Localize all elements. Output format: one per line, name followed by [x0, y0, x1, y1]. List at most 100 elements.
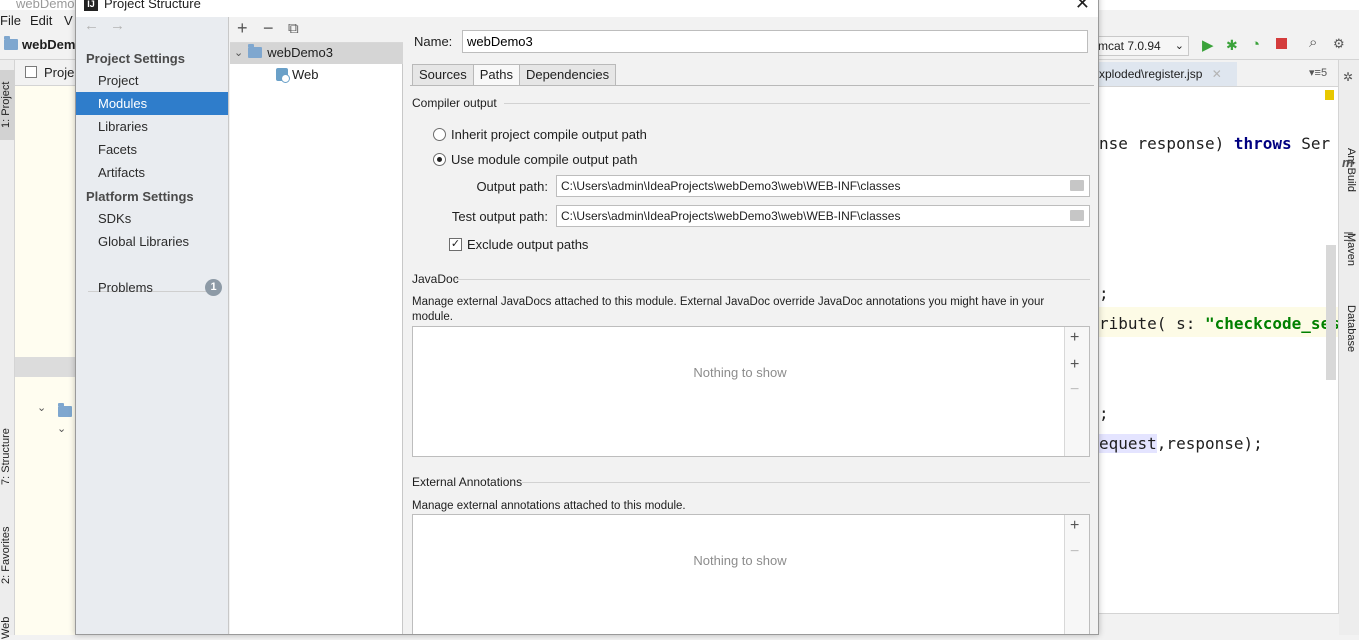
editor-tab-register[interactable]: xploded\register.jsp ✕ — [1099, 62, 1237, 86]
tool-tab-favorites[interactable]: 2: Favorites — [0, 520, 15, 590]
radio-button[interactable] — [433, 128, 446, 141]
problems-count-badge: 1 — [205, 279, 222, 296]
maven-icon: m — [1342, 155, 1354, 170]
nav-item-libraries[interactable]: Libraries — [76, 115, 228, 138]
warning-marker-icon[interactable] — [1325, 90, 1334, 100]
right-tool-strip: ✲ Ant Build m Maven ☰ Database — [1338, 60, 1359, 635]
dialog-title: Project Structure — [104, 0, 201, 11]
tabs-divider — [410, 85, 1094, 86]
database-icon: ☰ — [1343, 230, 1354, 244]
module-name-input[interactable] — [462, 30, 1088, 53]
search-icon[interactable]: ⌕ — [1309, 34, 1317, 51]
code-line: ribute( s: "checkcode_ses — [1099, 314, 1340, 333]
radio-label: Use module compile output path — [451, 152, 638, 167]
folder-browse-icon[interactable] — [1070, 210, 1084, 221]
nav-item-modules[interactable]: Modules — [76, 92, 228, 115]
dialog-titlebar[interactable]: IJ Project Structure ✕ — [76, 0, 1098, 17]
group-divider — [522, 482, 1090, 483]
run-config-label: mcat 7.0.94 — [1098, 39, 1161, 53]
javadoc-list[interactable]: Nothing to show + + − — [412, 326, 1090, 457]
nav-item-project[interactable]: Project — [76, 69, 228, 92]
compiler-output-title: Compiler output — [412, 96, 497, 110]
stop-icon[interactable] — [1276, 38, 1287, 49]
nav-item-facets[interactable]: Facets — [76, 138, 228, 161]
folder-browse-icon[interactable] — [1070, 180, 1084, 191]
output-path-value: C:\Users\admin\IdeaProjects\webDemo3\web… — [561, 179, 901, 193]
debug-icon[interactable]: ✱ — [1226, 37, 1238, 54]
exclude-output-checkbox[interactable]: ✓ Exclude output paths — [449, 237, 588, 252]
project-view-icon — [25, 66, 37, 78]
output-path-field[interactable]: C:\Users\admin\IdeaProjects\webDemo3\web… — [556, 175, 1090, 197]
project-panel-title[interactable]: Proje — [44, 65, 74, 80]
module-folder-icon — [248, 44, 263, 58]
code-line: nse response) throws Ser — [1099, 134, 1331, 153]
add-icon[interactable]: + — [237, 18, 248, 39]
tool-tab-web[interactable]: Web — [0, 615, 15, 640]
radio-button[interactable] — [433, 153, 446, 166]
code-line: ; — [1099, 284, 1109, 303]
empty-state-text: Nothing to show — [693, 365, 787, 380]
run-config-select[interactable]: mcat 7.0.94 ⌄ — [1094, 36, 1189, 56]
code-editor[interactable] — [1099, 87, 1339, 613]
code-line: ; — [1099, 404, 1109, 423]
tree-expand-icon[interactable]: ⌄ — [37, 401, 46, 414]
editor-scrollbar[interactable] — [1326, 245, 1336, 380]
settings-nav: ← → Project Settings Project Modules Lib… — [76, 17, 229, 634]
checkbox-label: Exclude output paths — [467, 237, 589, 252]
left-tool-strip: 1: Project 7: Structure 2: Favorites Web — [0, 60, 15, 639]
module-output-radio[interactable]: Use module compile output path — [433, 152, 637, 167]
name-label: Name: — [414, 34, 453, 49]
remove-icon[interactable]: − — [1070, 381, 1079, 399]
javadoc-title: JavaDoc — [412, 272, 459, 286]
copy-icon[interactable]: ⧉ — [288, 20, 299, 37]
close-icon[interactable]: ✕ — [1212, 67, 1222, 81]
tab-list-icon[interactable]: ▾≡5 — [1309, 66, 1327, 79]
tab-count: 5 — [1320, 67, 1328, 79]
tree-node-label: webDemo3 — [267, 45, 333, 60]
menu-edit[interactable]: Edit — [30, 13, 52, 28]
add-icon[interactable]: + — [1070, 329, 1079, 347]
javadoc-description: Manage external JavaDocs attached to thi… — [412, 296, 1045, 323]
settings-icon[interactable]: ⚙ — [1333, 36, 1345, 52]
test-output-path-value: C:\Users\admin\IdeaProjects\webDemo3\web… — [561, 209, 901, 223]
test-output-path-label: Test output path: — [451, 209, 548, 224]
project-structure-dialog: IJ Project Structure ✕ ← → Project Setti… — [75, 0, 1099, 635]
tool-tab-structure[interactable]: 7: Structure — [0, 422, 15, 492]
back-arrow-icon[interactable]: ← — [84, 17, 99, 34]
tool-tab-project[interactable]: 1: Project — [0, 70, 15, 140]
radio-label: Inherit project compile output path — [451, 127, 647, 142]
test-output-path-field[interactable]: C:\Users\admin\IdeaProjects\webDemo3\web… — [556, 205, 1090, 227]
nav-item-artifacts[interactable]: Artifacts — [76, 161, 228, 184]
external-annotations-list[interactable]: Nothing to show + − — [412, 514, 1090, 634]
platform-settings-header: Platform Settings — [86, 189, 194, 204]
project-breadcrumb[interactable]: webDem — [4, 36, 75, 52]
add-icon[interactable]: + — [1070, 517, 1079, 535]
close-icon[interactable]: ✕ — [1075, 0, 1090, 14]
coverage-icon[interactable]: ◔ — [1251, 36, 1260, 53]
chevron-down-icon[interactable]: ⌄ — [234, 46, 243, 59]
tab-sources[interactable]: Sources — [412, 64, 474, 86]
tab-paths[interactable]: Paths — [472, 64, 520, 86]
empty-state-text: Nothing to show — [693, 553, 787, 568]
checkbox-checked[interactable]: ✓ — [449, 238, 462, 251]
forward-arrow-icon[interactable]: → — [110, 17, 125, 34]
web-facet-icon — [276, 68, 290, 83]
inherit-output-radio[interactable]: Inherit project compile output path — [433, 127, 647, 142]
remove-icon[interactable]: − — [1070, 543, 1079, 561]
folder-icon — [4, 36, 18, 50]
tool-tab-database[interactable]: Database — [1341, 305, 1357, 365]
tab-dependencies[interactable]: Dependencies — [518, 64, 617, 86]
add-url-icon[interactable]: + — [1070, 356, 1079, 374]
project-panel-separator — [15, 357, 75, 377]
menu-file[interactable]: File — [0, 13, 21, 28]
nav-item-global-libraries[interactable]: Global Libraries — [76, 230, 228, 253]
run-icon[interactable]: ▶ — [1202, 36, 1214, 54]
tree-node-web[interactable]: Web — [276, 67, 319, 83]
external-annotations-description: Manage external annotations attached to … — [412, 500, 686, 512]
tree-node-webdemo3[interactable]: ⌄ webDemo3 — [234, 44, 333, 60]
tree-expand-icon[interactable]: ⌄ — [57, 422, 66, 435]
app-icon: IJ — [84, 0, 98, 11]
nav-item-sdks[interactable]: SDKs — [76, 207, 228, 230]
menu-view[interactable]: V — [64, 13, 73, 28]
remove-icon[interactable]: − — [263, 18, 274, 39]
